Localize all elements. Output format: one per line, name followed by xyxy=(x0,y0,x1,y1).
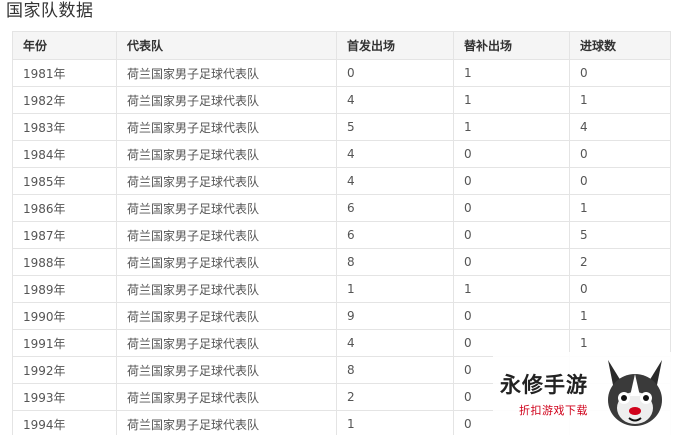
col-header-team: 代表队 xyxy=(116,31,337,60)
cell-team: 荷兰国家男子足球代表队 xyxy=(116,140,337,168)
cell-goals: 2 xyxy=(569,248,671,276)
cell-year: 1987年 xyxy=(12,221,117,249)
cell-team: 荷兰国家男子足球代表队 xyxy=(116,410,337,438)
cell-subs: 1 xyxy=(453,113,570,141)
cell-goals: 1 xyxy=(569,194,671,222)
table-row: 1982年 荷兰国家男子足球代表队 4 1 1 xyxy=(12,86,671,114)
table-row: 1987年 荷兰国家男子足球代表队 6 0 5 xyxy=(12,221,671,249)
cell-team: 荷兰国家男子足球代表队 xyxy=(116,59,337,87)
cell-year: 1981年 xyxy=(12,59,117,87)
cell-team: 荷兰国家男子足球代表队 xyxy=(116,329,337,357)
cell-subs: 0 xyxy=(453,221,570,249)
table-row: 1986年 荷兰国家男子足球代表队 6 0 1 xyxy=(12,194,671,222)
cell-team: 荷兰国家男子足球代表队 xyxy=(116,356,337,384)
cell-subs: 0 xyxy=(453,167,570,195)
cell-subs: 0 xyxy=(453,194,570,222)
col-header-subs: 替补出场 xyxy=(453,31,570,60)
cell-goals: 0 xyxy=(569,59,671,87)
watermark-title: 永修手游 xyxy=(500,373,588,397)
cell-starts: 9 xyxy=(336,302,454,330)
table-row: 1985年 荷兰国家男子足球代表队 4 0 0 xyxy=(12,167,671,195)
cell-year: 1992年 xyxy=(12,356,117,384)
cell-subs: 0 xyxy=(453,140,570,168)
cell-team: 荷兰国家男子足球代表队 xyxy=(116,383,337,411)
cell-year: 1993年 xyxy=(12,383,117,411)
cell-goals: 1 xyxy=(569,86,671,114)
cell-goals: 0 xyxy=(569,140,671,168)
cell-year: 1990年 xyxy=(12,302,117,330)
cell-year: 1983年 xyxy=(12,113,117,141)
cell-starts: 4 xyxy=(336,140,454,168)
cell-year: 1991年 xyxy=(12,329,117,357)
cell-starts: 8 xyxy=(336,356,454,384)
table-header-row: 年份 代表队 首发出场 替补出场 进球数 xyxy=(12,31,671,60)
cell-team: 荷兰国家男子足球代表队 xyxy=(116,194,337,222)
cell-year: 1986年 xyxy=(12,194,117,222)
cell-goals: 4 xyxy=(569,113,671,141)
cell-year: 1984年 xyxy=(12,140,117,168)
cell-goals: 0 xyxy=(569,275,671,303)
cell-starts: 1 xyxy=(336,275,454,303)
watermark: 永修手游 折扣游戏下载 xyxy=(493,352,675,441)
cell-year: 1994年 xyxy=(12,410,117,438)
cell-subs: 1 xyxy=(453,275,570,303)
cell-subs: 0 xyxy=(453,302,570,330)
cell-team: 荷兰国家男子足球代表队 xyxy=(116,86,337,114)
cell-starts: 4 xyxy=(336,167,454,195)
cell-year: 1985年 xyxy=(12,167,117,195)
cell-starts: 2 xyxy=(336,383,454,411)
cell-team: 荷兰国家男子足球代表队 xyxy=(116,221,337,249)
table-row: 1990年 荷兰国家男子足球代表队 9 0 1 xyxy=(12,302,671,330)
watermark-subtitle: 折扣游戏下载 xyxy=(519,404,588,417)
cell-team: 荷兰国家男子足球代表队 xyxy=(116,302,337,330)
cell-starts: 6 xyxy=(336,221,454,249)
table-row: 1983年 荷兰国家男子足球代表队 5 1 4 xyxy=(12,113,671,141)
cell-team: 荷兰国家男子足球代表队 xyxy=(116,167,337,195)
cell-team: 荷兰国家男子足球代表队 xyxy=(116,275,337,303)
cell-starts: 4 xyxy=(336,329,454,357)
cell-starts: 8 xyxy=(336,248,454,276)
cell-starts: 6 xyxy=(336,194,454,222)
cell-year: 1982年 xyxy=(12,86,117,114)
table-row: 1988年 荷兰国家男子足球代表队 8 0 2 xyxy=(12,248,671,276)
cell-starts: 1 xyxy=(336,410,454,438)
table-row: 1984年 荷兰国家男子足球代表队 4 0 0 xyxy=(12,140,671,168)
cell-starts: 5 xyxy=(336,113,454,141)
cell-team: 荷兰国家男子足球代表队 xyxy=(116,248,337,276)
section-title: 国家队数据 xyxy=(6,1,94,21)
cell-goals: 1 xyxy=(569,302,671,330)
table-row: 1989年 荷兰国家男子足球代表队 1 1 0 xyxy=(12,275,671,303)
cell-year: 1989年 xyxy=(12,275,117,303)
col-header-year: 年份 xyxy=(12,31,117,60)
table-row: 1981年 荷兰国家男子足球代表队 0 1 0 xyxy=(12,59,671,87)
cell-starts: 4 xyxy=(336,86,454,114)
cell-goals: 0 xyxy=(569,167,671,195)
cell-subs: 0 xyxy=(453,248,570,276)
cell-subs: 1 xyxy=(453,59,570,87)
col-header-goals: 进球数 xyxy=(569,31,671,60)
cell-subs: 1 xyxy=(453,86,570,114)
mascot-icon xyxy=(608,360,662,426)
cell-goals: 5 xyxy=(569,221,671,249)
col-header-starts: 首发出场 xyxy=(336,31,454,60)
cell-starts: 0 xyxy=(336,59,454,87)
cell-year: 1988年 xyxy=(12,248,117,276)
cell-team: 荷兰国家男子足球代表队 xyxy=(116,113,337,141)
